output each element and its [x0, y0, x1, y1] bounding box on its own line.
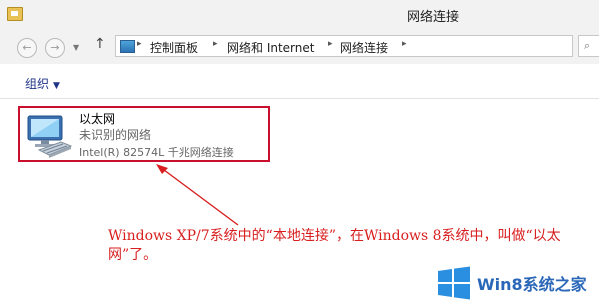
- recent-locations-icon[interactable]: ▼: [73, 43, 79, 52]
- forward-button[interactable]: →: [45, 38, 65, 58]
- watermark-text: Win8系统之家: [477, 275, 587, 294]
- chevron-right-icon[interactable]: ▸: [137, 39, 142, 49]
- connection-status: 未识别的网络: [79, 128, 152, 142]
- control-panel-icon: [120, 40, 135, 53]
- connection-device: Intel(R) 82574L 千兆网络连接: [79, 146, 234, 159]
- chevron-right-icon[interactable]: ▸: [213, 39, 218, 49]
- connection-item-ethernet[interactable]: 以太网 未识别的网络 Intel(R) 82574L 千兆网络连接: [18, 106, 270, 162]
- window-title: 网络连接: [406, 10, 459, 25]
- back-button[interactable]: ←: [17, 38, 37, 58]
- address-bar[interactable]: ▸ 控制面板 ▸ 网络和 Internet ▸ 网络连接 ▸: [115, 35, 573, 57]
- organize-label: 组织: [25, 77, 50, 91]
- up-arrow-icon[interactable]: ↑: [94, 36, 106, 52]
- search-input[interactable]: ⌕: [578, 35, 599, 57]
- annotation-arrow-icon: [156, 164, 239, 226]
- title-bar: 网络连接: [0, 0, 599, 30]
- network-adapter-icon: [27, 115, 73, 158]
- organize-button[interactable]: 组织 ▼: [25, 75, 60, 92]
- command-bar: 组织 ▼: [0, 64, 599, 99]
- windows-logo-icon: [438, 266, 470, 300]
- breadcrumb-network-connections[interactable]: 网络连接: [340, 39, 388, 56]
- connection-name: 以太网: [79, 112, 116, 126]
- chevron-right-icon[interactable]: ▸: [402, 39, 407, 49]
- navigation-bar: ← → ▼ ↑ ▸ 控制面板 ▸ 网络和 Internet ▸ 网络连接 ▸ ⌕: [0, 30, 599, 64]
- breadcrumb-network-internet[interactable]: 网络和 Internet: [227, 39, 314, 56]
- watermark: Win8系统之家: [433, 262, 599, 304]
- chevron-right-icon[interactable]: ▸: [328, 39, 333, 49]
- search-icon: ⌕: [584, 39, 591, 52]
- breadcrumb-control-panel[interactable]: 控制面板: [150, 39, 198, 56]
- chevron-down-icon: ▼: [53, 81, 60, 91]
- annotation-text: Windows XP/7系统中的“本地连接”，在Windows 8系统中，叫做“…: [108, 228, 561, 263]
